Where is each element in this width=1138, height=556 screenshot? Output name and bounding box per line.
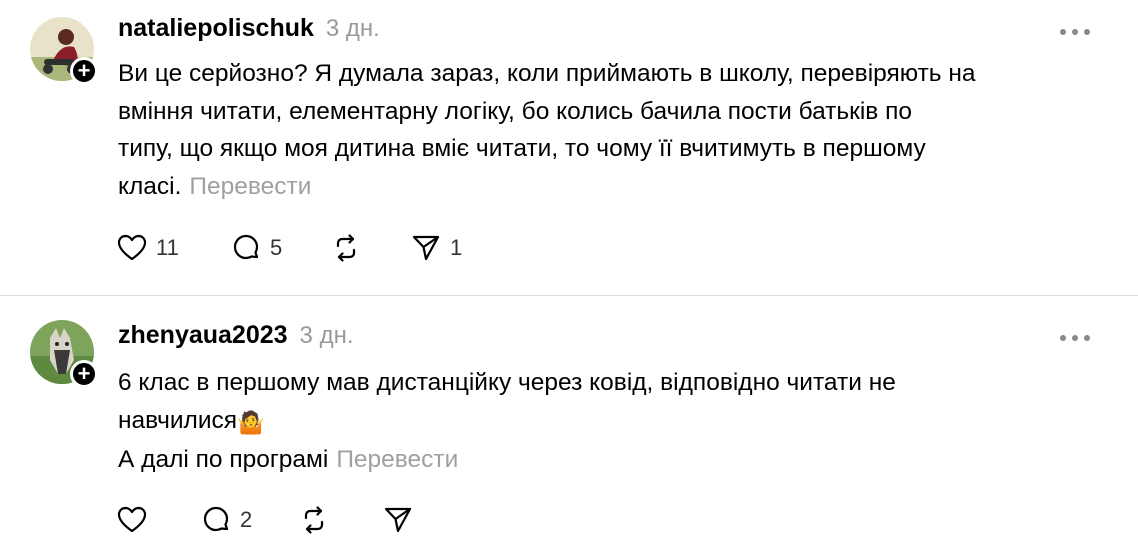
share-count: 1 bbox=[450, 235, 463, 260]
reply-button[interactable]: 5 bbox=[230, 232, 330, 264]
username[interactable]: zhenyaua2023 bbox=[118, 321, 288, 350]
more-icon[interactable] bbox=[1060, 22, 1090, 42]
share-button[interactable]: 1 bbox=[410, 232, 462, 264]
username[interactable]: nataliepolischuk bbox=[118, 14, 314, 43]
thread-reply-1: + nataliepolischuk 3 дн. Ви це серйозно?… bbox=[0, 0, 1138, 296]
post-text-line: класі. bbox=[118, 172, 182, 200]
action-bar: 11 5 1 bbox=[116, 232, 462, 264]
follow-plus-icon[interactable]: + bbox=[70, 360, 98, 388]
post-text-line: вміння читати, елементарну логіку, бо ко… bbox=[118, 97, 913, 125]
comment-icon bbox=[200, 504, 232, 536]
repost-button[interactable] bbox=[330, 232, 370, 264]
avatar-container[interactable]: + bbox=[30, 320, 98, 388]
divider bbox=[0, 295, 1138, 296]
translate-link[interactable]: Перевести bbox=[336, 446, 458, 473]
heart-icon bbox=[116, 504, 148, 536]
post-header: zhenyaua2023 3 дн. bbox=[118, 321, 354, 350]
like-count: 11 bbox=[156, 235, 179, 260]
post-text: 6 клас в першому мав дистанційку через к… bbox=[118, 364, 1088, 479]
post-text-line: навчилися bbox=[118, 406, 238, 434]
avatar-container[interactable]: + bbox=[30, 17, 98, 85]
follow-plus-icon[interactable]: + bbox=[70, 57, 98, 85]
send-icon bbox=[382, 504, 414, 536]
post-text-line: А далі по програмі bbox=[118, 446, 329, 473]
repost-icon bbox=[298, 504, 330, 536]
translate-link[interactable]: Перевести bbox=[189, 173, 311, 200]
thread-reply-2: + zhenyaua2023 3 дн. 6 клас в першому ма… bbox=[0, 297, 1138, 556]
repost-icon bbox=[330, 232, 362, 264]
send-icon bbox=[410, 232, 442, 264]
post-header: nataliepolischuk 3 дн. bbox=[118, 14, 380, 43]
post-text-line: 6 клас в першому мав дистанційку через к… bbox=[118, 369, 896, 396]
comment-icon bbox=[230, 232, 262, 264]
reply-count: 2 bbox=[240, 507, 253, 532]
repost-button[interactable] bbox=[298, 504, 382, 536]
like-button[interactable]: 11 bbox=[116, 232, 186, 264]
post-time: 3 дн. bbox=[325, 15, 380, 42]
post-time: 3 дн. bbox=[299, 322, 354, 349]
reply-count: 5 bbox=[270, 235, 283, 260]
post-text: Ви це серйозно? Я думала зараз, коли при… bbox=[118, 55, 1088, 205]
like-button[interactable] bbox=[116, 504, 200, 536]
action-bar: 2 bbox=[116, 504, 422, 536]
post-text-line: типу, що якщо моя дитина вміє читати, то… bbox=[118, 135, 926, 162]
reply-button[interactable]: 2 bbox=[200, 504, 298, 536]
share-button[interactable] bbox=[382, 504, 422, 536]
more-icon[interactable] bbox=[1060, 328, 1090, 348]
shrug-emoji: 🤷 bbox=[237, 409, 265, 435]
post-text-line: Ви це серйозно? Я думала зараз, коли при… bbox=[118, 60, 976, 87]
heart-icon bbox=[116, 232, 148, 264]
